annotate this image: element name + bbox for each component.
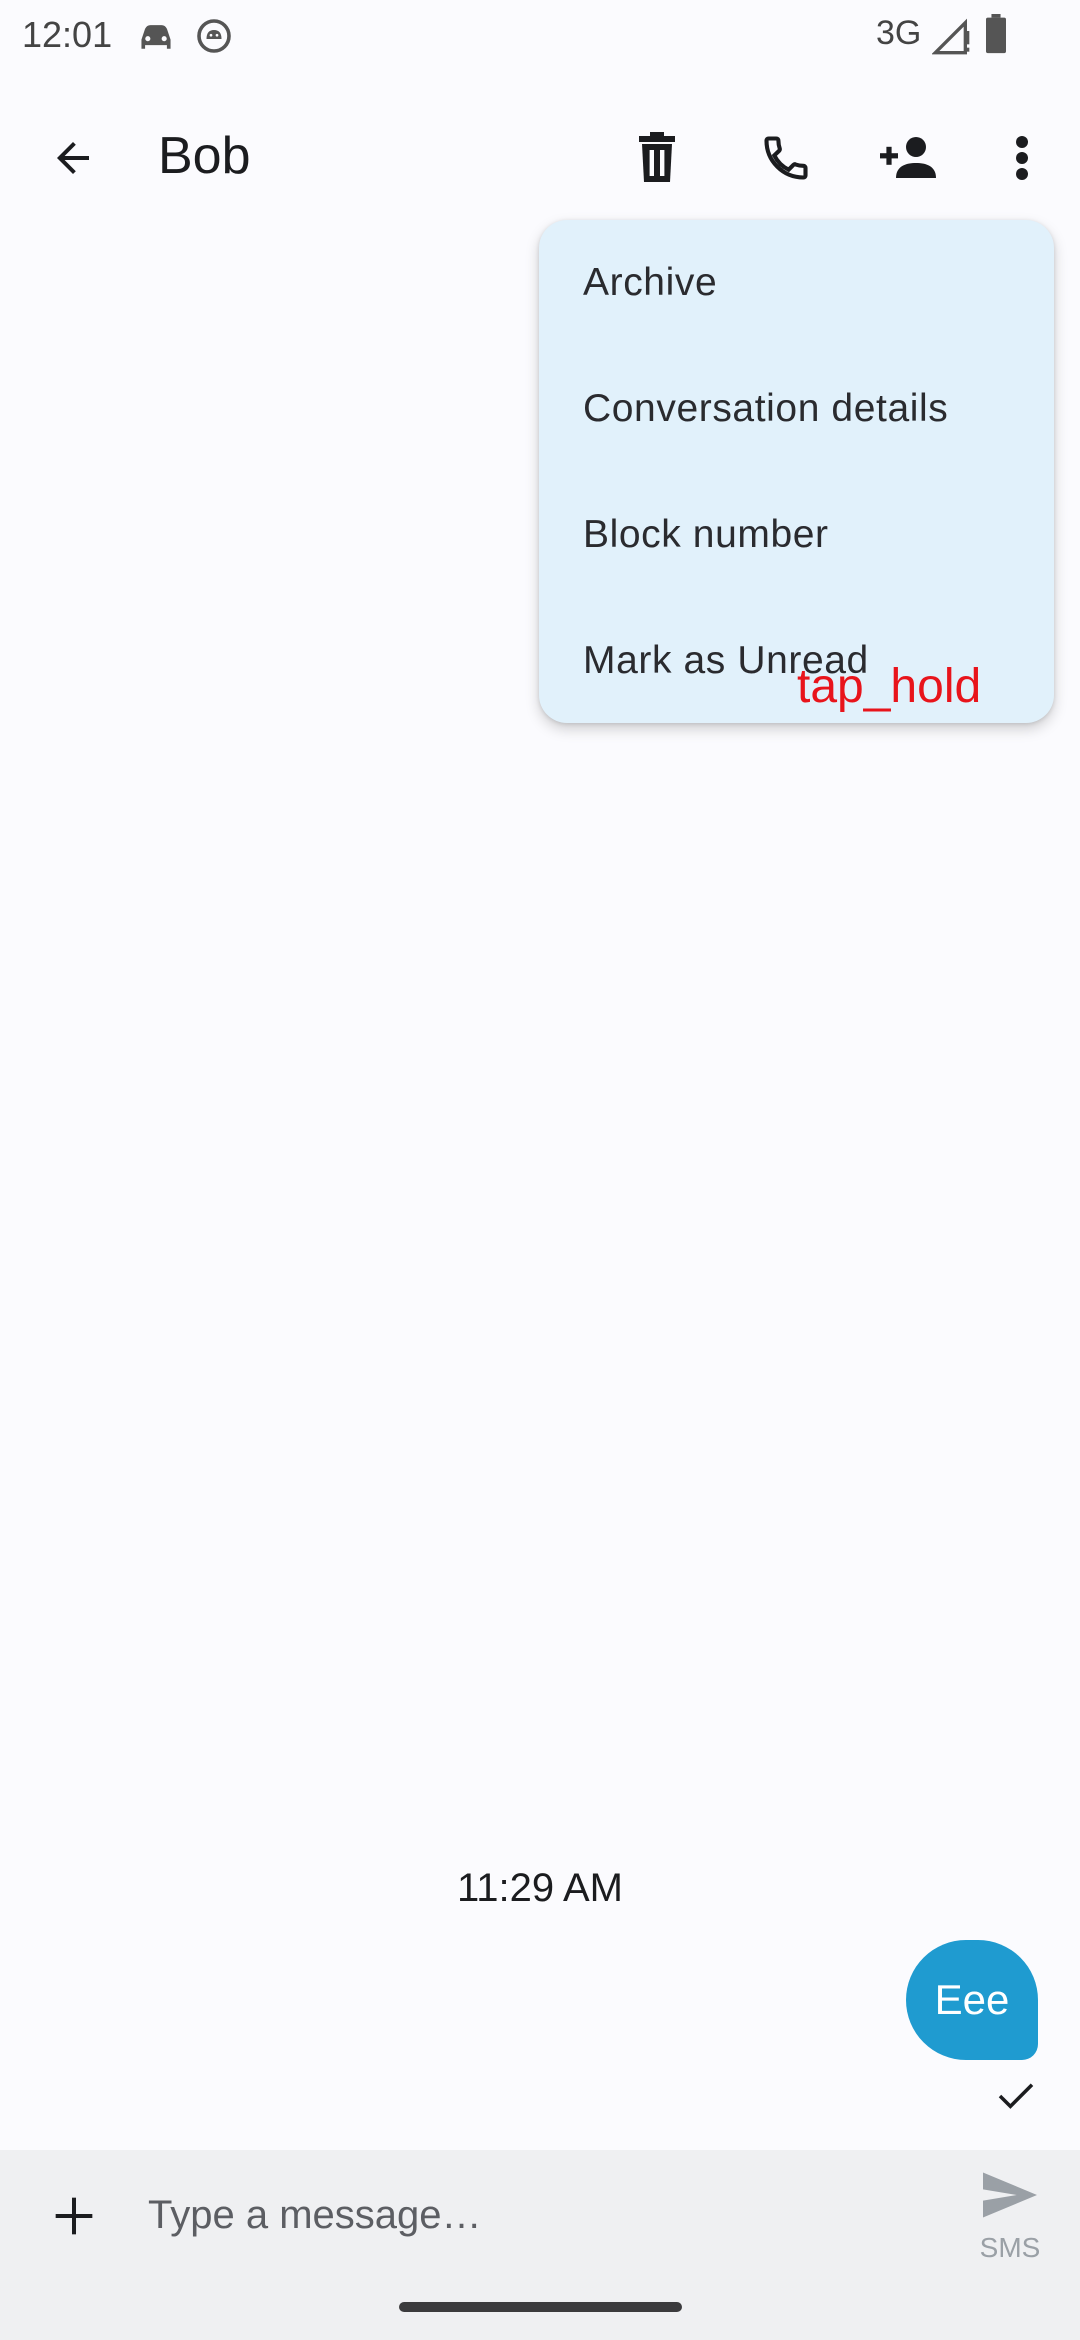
- top-app-bar: Bob: [0, 100, 1080, 220]
- status-time: 12:01: [22, 14, 113, 55]
- send-sms-label: SMS: [979, 2232, 1041, 2263]
- gesture-navigation-bar[interactable]: [399, 2302, 682, 2312]
- plus-icon: [55, 2197, 93, 2235]
- back-button[interactable]: [30, 100, 116, 216]
- attach-button[interactable]: [28, 2170, 120, 2262]
- menu-item-archive[interactable]: Archive: [539, 220, 1054, 346]
- call-button[interactable]: [736, 100, 836, 216]
- more-options-button[interactable]: [972, 100, 1072, 216]
- message-input[interactable]: [148, 2180, 928, 2250]
- signal-icon: [932, 16, 972, 56]
- overflow-menu: Archive Conversation details Block numbe…: [539, 220, 1054, 723]
- add-contact-icon: [880, 137, 936, 178]
- check-icon: [996, 2080, 1040, 2116]
- send-icon: [983, 2172, 1037, 2218]
- call-icon: [764, 136, 808, 180]
- message-timestamp: 11:29 AM: [456, 1866, 624, 1910]
- more-vert-icon: [1016, 136, 1028, 180]
- android-notification-icon: [196, 18, 232, 54]
- menu-item-conversation-details[interactable]: Conversation details: [539, 346, 1054, 472]
- battery-icon: [984, 14, 1008, 54]
- delete-icon: [639, 132, 675, 182]
- network-type: 3G: [876, 14, 922, 52]
- status-bar: 12:01 3G: [0, 0, 1080, 76]
- back-arrow-icon: [57, 142, 89, 174]
- menu-item-block-number[interactable]: Block number: [539, 472, 1054, 598]
- add-contact-button[interactable]: [860, 100, 960, 216]
- delete-button[interactable]: [607, 100, 707, 216]
- tap-hold-annotation: tap_hold: [797, 660, 982, 713]
- outgoing-message-bubble[interactable]: Eee: [906, 1940, 1038, 2060]
- conversation-title: Bob: [158, 127, 251, 185]
- send-button[interactable]: SMS: [960, 2160, 1060, 2270]
- car-notification-icon: [134, 16, 178, 56]
